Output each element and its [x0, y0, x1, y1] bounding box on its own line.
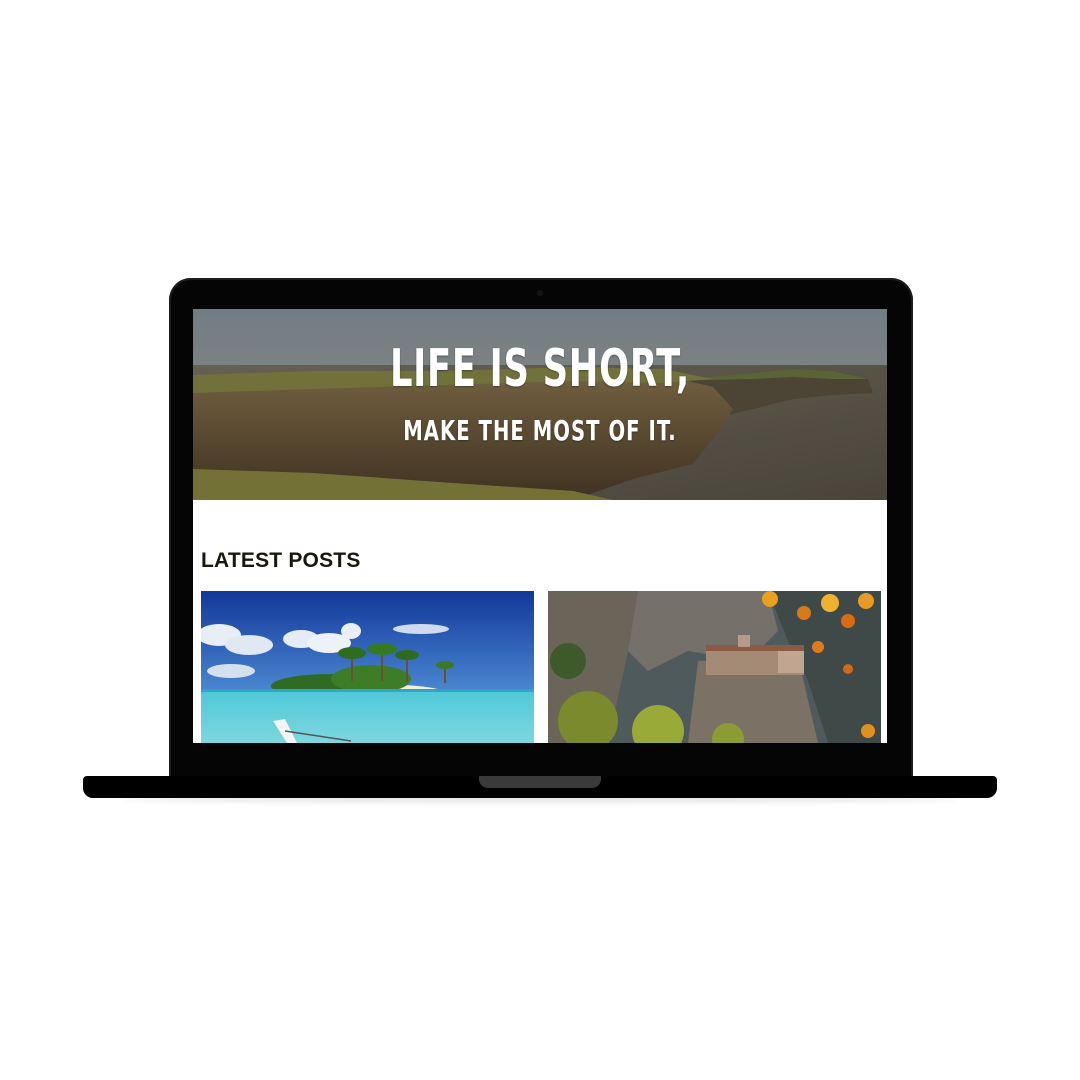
hero-subtitle: MAKE THE MOST OF IT.	[403, 414, 677, 447]
tropical-island-image[interactable]	[201, 591, 534, 743]
hero-title: LIFE IS SHORT,	[389, 339, 691, 399]
hero-text: LIFE IS SHORT, MAKE THE MOST OF IT.	[193, 309, 887, 500]
laptop-base	[83, 776, 997, 798]
post-card-tropical-island[interactable]	[201, 591, 534, 743]
laptop-opening-notch	[479, 776, 601, 788]
laptop-mockup: LIFE IS SHORT, MAKE THE MOST OF IT. LATE…	[0, 0, 1080, 1080]
post-card-cliff-monastery[interactable]	[548, 591, 881, 743]
laptop-lid: LIFE IS SHORT, MAKE THE MOST OF IT. LATE…	[169, 278, 913, 778]
latest-posts-heading: LATEST POSTS	[201, 549, 361, 572]
cliff-monastery-image[interactable]	[548, 591, 881, 743]
hero-banner: LIFE IS SHORT, MAKE THE MOST OF IT.	[193, 309, 887, 500]
webcam	[537, 290, 543, 296]
laptop-screen: LIFE IS SHORT, MAKE THE MOST OF IT. LATE…	[193, 309, 887, 743]
